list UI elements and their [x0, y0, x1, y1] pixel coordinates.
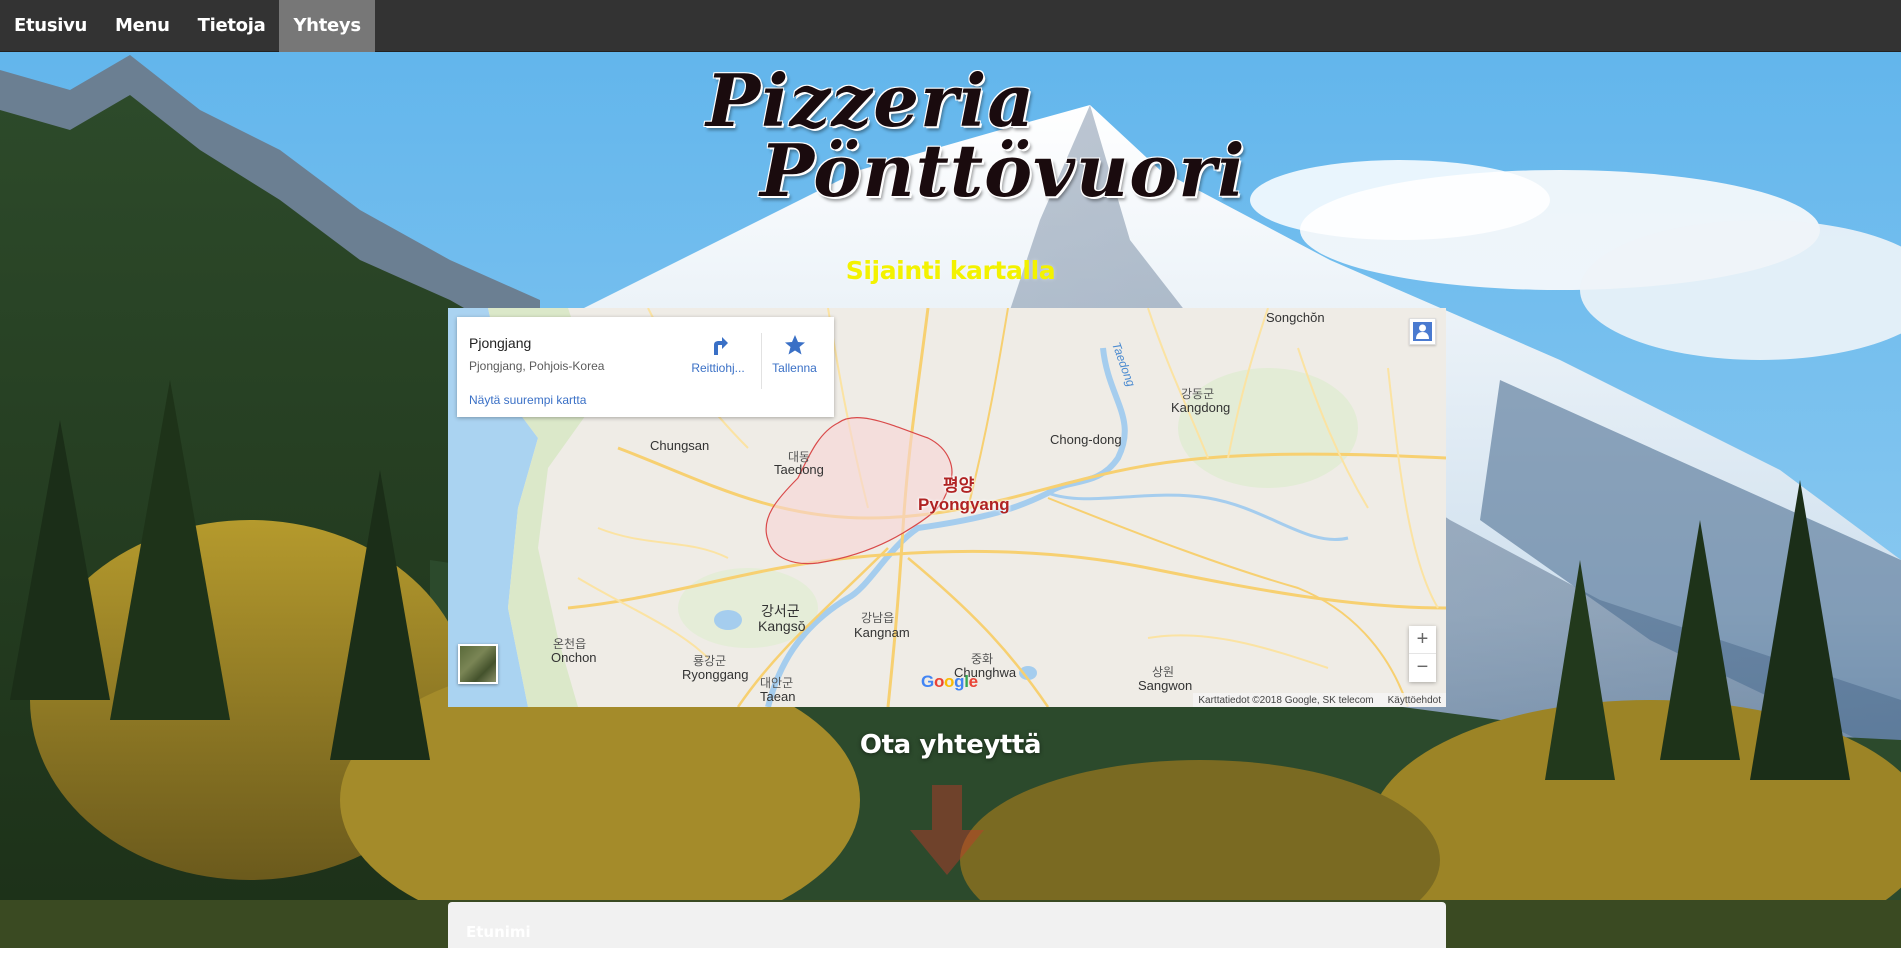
- map-label-chong-dong: Chong-dong: [1050, 432, 1122, 447]
- nav-item-menu[interactable]: Menu: [101, 0, 184, 52]
- directions-button[interactable]: Reittiohj...: [685, 333, 751, 389]
- logo-title-line2: Pönttövuori: [760, 128, 1246, 213]
- map-label-kangso-kr: 강서군: [761, 603, 800, 619]
- map-attribution: Karttatiedot ©2018 Google, SK telecom: [1198, 694, 1374, 706]
- map-label-onchon: Onchon: [551, 650, 597, 665]
- directions-label: Reittiohj...: [691, 361, 745, 375]
- zoom-in-button[interactable]: +: [1409, 626, 1436, 654]
- save-place-label: Tallenna: [772, 361, 817, 375]
- google-logo: Google: [921, 672, 978, 691]
- place-title: Pjongjang: [469, 335, 532, 351]
- map-label-kangso: Kangsŏ: [758, 618, 806, 634]
- map-label-chungsan: Chungsan: [650, 438, 710, 453]
- directions-icon: [714, 337, 728, 355]
- star-icon: [784, 335, 805, 355]
- nav-item-tietoja[interactable]: Tietoja: [184, 0, 280, 52]
- save-place-button[interactable]: Tallenna: [761, 333, 827, 389]
- larger-map-link[interactable]: Näytä suurempi kartta: [469, 393, 586, 407]
- person-icon: [1413, 322, 1432, 341]
- arrow-down-icon: [910, 785, 984, 875]
- nav-item-etusivu[interactable]: Etusivu: [0, 0, 101, 52]
- map-place-card: Pjongjang Pjongjang, Pohjois-Korea Näytä…: [457, 317, 834, 417]
- map-label-ryonggang: Ryonggang: [682, 667, 749, 682]
- map-label-taedong: Taedong: [774, 462, 824, 477]
- nav-item-yhteys[interactable]: Yhteys: [279, 0, 375, 52]
- map-label-kangdong: Kangdong: [1171, 400, 1231, 415]
- satellite-view-toggle[interactable]: [458, 644, 498, 684]
- zoom-out-button[interactable]: −: [1409, 654, 1436, 682]
- map-terms-link[interactable]: Käyttöehdot: [1388, 695, 1441, 706]
- contact-heading: Ota yhteyttä: [859, 730, 1042, 760]
- page-bottom-edge: [0, 948, 1901, 953]
- place-address: Pjongjang, Pohjois-Korea: [469, 359, 605, 373]
- map-label-taean: Taean: [760, 689, 796, 704]
- zoom-controls: + −: [1409, 626, 1436, 682]
- embedded-map[interactable]: Songchŏn 강동군 Kangdong Taedong Chong-dong…: [448, 308, 1446, 707]
- first-name-input[interactable]: [466, 912, 1426, 952]
- street-view-pegman-button[interactable]: [1409, 318, 1436, 345]
- map-label-sangwon: Sangwon: [1138, 678, 1193, 693]
- map-label-pyongyang: Pyongyang: [918, 495, 1010, 514]
- map-attribution-bar: Karttatiedot ©2018 Google, SK telecom Kä…: [1193, 693, 1446, 707]
- contact-form: [448, 902, 1446, 953]
- top-navigation: Etusivu Menu Tietoja Yhteys: [0, 0, 1901, 52]
- map-label-kangnam-kr: 강남읍: [861, 611, 895, 625]
- map-label-songchon: Songchŏn: [1266, 310, 1325, 325]
- map-label-pyongyang-kr: 평양: [943, 476, 975, 495]
- map-label-kangnam: Kangnam: [854, 625, 910, 640]
- map-section-heading: Sijainti kartalla: [845, 256, 1056, 285]
